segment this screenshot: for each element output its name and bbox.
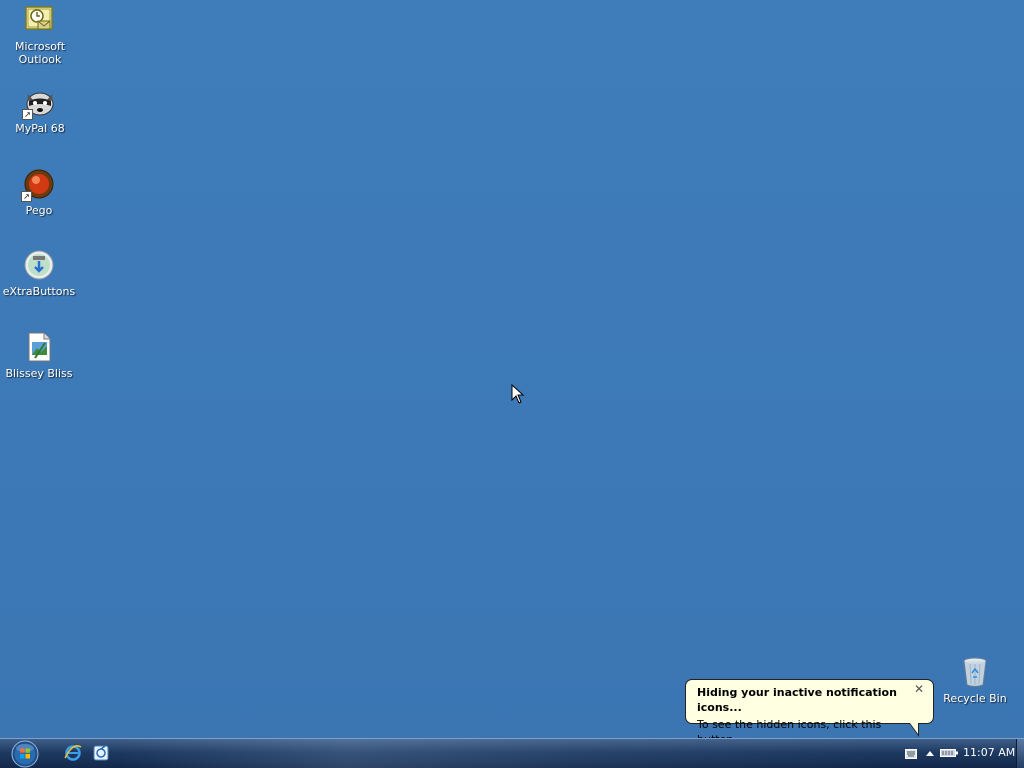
balloon-tail-fill	[910, 723, 918, 734]
taskbar	[0, 738, 1024, 768]
blissey-bliss-icon	[23, 331, 55, 363]
desktop-icon-label: Recycle Bin	[943, 692, 1007, 705]
keyboard-icon[interactable]	[905, 749, 917, 759]
balloon-title: Hiding your inactive notification icons.…	[697, 686, 897, 714]
desktop-icon-blissey-bliss[interactable]: Blissey Bliss	[0, 331, 78, 380]
desktop-icon-label: Microsoft Outlook	[14, 40, 66, 66]
battery-icon[interactable]	[940, 749, 958, 757]
desktop-icon-microsoft-outlook[interactable]: Microsoft Outlook	[1, 4, 79, 66]
desktop[interactable]: Microsoft Outlook ↗ MyPal 68 ↗ Pego eXtr…	[0, 0, 1024, 738]
desktop-icon-mypal-68[interactable]: ↗ MyPal 68	[1, 86, 79, 135]
show-hidden-icons-chevron-icon[interactable]	[926, 750, 934, 756]
extrabuttons-icon	[23, 249, 55, 281]
taskbar-clock[interactable]: 11:07 AM	[963, 746, 1015, 760]
taskbar-glow	[120, 739, 880, 768]
desktop-icon-label: Blissey Bliss	[5, 367, 73, 380]
close-icon[interactable]: ✕	[913, 683, 925, 695]
notification-balloon[interactable]: Hiding your inactive notification icons.…	[685, 679, 934, 746]
mypal-raccoon-icon: ↗	[22, 86, 56, 120]
desktop-icon-extrabuttons[interactable]: eXtraButtons	[0, 249, 78, 298]
desktop-icon-recycle-bin[interactable]: Recycle Bin	[936, 656, 1014, 705]
desktop-icon-label: MyPal 68	[15, 122, 65, 135]
outlook-icon	[24, 4, 56, 36]
desktop-icon-pego[interactable]: ↗ Pego	[0, 168, 78, 217]
desktop-icon-label: eXtraButtons	[2, 285, 76, 298]
recycle-bin-icon	[959, 656, 991, 688]
internet-explorer-icon[interactable]	[64, 744, 82, 762]
mouse-cursor-icon	[511, 384, 525, 404]
start-orb-icon[interactable]	[9, 740, 41, 768]
pego-icon: ↗	[21, 168, 55, 202]
shortcut-arrow-icon: ↗	[22, 109, 33, 120]
show-desktop-button[interactable]	[1016, 739, 1024, 768]
desktop-icon-label: Pego	[25, 204, 53, 217]
shortcut-arrow-icon: ↗	[21, 191, 32, 202]
email-client-icon[interactable]	[92, 744, 110, 762]
